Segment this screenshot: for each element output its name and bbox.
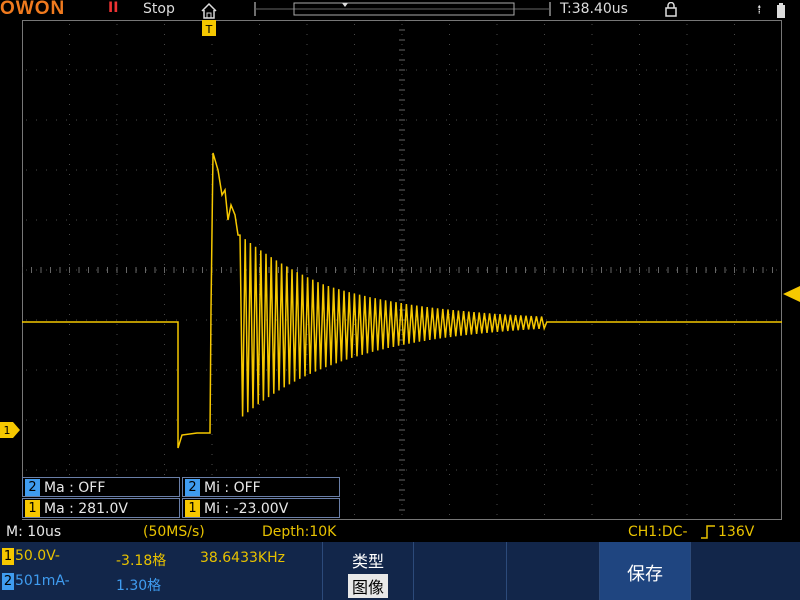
waveform-canvas[interactable] [22, 20, 782, 520]
ch2-max-cell: 2 Ma : OFF [22, 477, 180, 497]
menu-slot-empty-3[interactable] [690, 542, 800, 600]
ch1-scale[interactable]: 50.0V- [15, 548, 60, 564]
type-menu-button[interactable]: 类型 图像 [322, 542, 413, 600]
type-menu-value: 图像 [348, 574, 388, 598]
ch1-max-value: Ma : 281.0V [44, 501, 128, 517]
ch2-min-cell: 2 Mi : OFF [182, 477, 340, 497]
trigger-level: 136V [718, 524, 755, 540]
menu-slot-empty-2[interactable] [506, 542, 599, 600]
trigger-level-marker[interactable] [783, 286, 800, 302]
timebase[interactable]: M: 10us [6, 524, 61, 540]
acquisition-info-bar: M: 10us (50MS/s) Depth:10K CH1:DC- 136V [0, 522, 800, 542]
ch2-badge: 2 [185, 479, 200, 496]
ch1-marker-label: 1 [4, 424, 11, 437]
home-icon[interactable] [200, 2, 218, 20]
ch1-badge: 1 [185, 500, 200, 517]
ch1-ground-marker[interactable]: 1 [0, 422, 22, 438]
ch2-min-value: Mi : OFF [204, 480, 261, 496]
pause-icon[interactable]: II [108, 0, 118, 16]
trigger-source: CH1:DC- [628, 524, 688, 540]
trigger-position: T:38.40us [560, 1, 628, 17]
menu-slot-empty-1[interactable] [413, 542, 506, 600]
ch2-max-value: Ma : OFF [44, 480, 106, 496]
sample-rate: (50MS/s) [143, 524, 205, 540]
trigger-marker[interactable]: T [200, 20, 218, 38]
measurement-panel: 2 Ma : OFF 2 Mi : OFF 1 Ma : 281.0V 1 Mi : -… [22, 477, 342, 519]
svg-text:T: T [205, 23, 213, 36]
ch1-badge: 1 [25, 500, 40, 517]
ch2-status-badge: 2 [2, 573, 14, 590]
memory-position-bar[interactable] [254, 1, 551, 17]
ch2-status-row: 2 501mA- [0, 573, 70, 590]
waveform-display[interactable] [22, 20, 782, 520]
brand-logo: OWON [0, 0, 66, 19]
type-menu-label: 类型 [351, 552, 384, 571]
save-button-label: 保存 [627, 564, 663, 585]
ch2-offset: 1.30格 [116, 578, 162, 594]
ch1-min-value: Mi : -23.00V [204, 501, 289, 517]
memory-depth: Depth:10K [262, 524, 337, 540]
ch2-scale[interactable]: 501mA- [15, 573, 70, 589]
graticule [22, 20, 782, 520]
save-button[interactable]: 保存 [599, 542, 690, 600]
ch2-badge: 2 [25, 479, 40, 496]
top-status-bar: OWON II Stop T:38.40us ⭫ [0, 0, 800, 20]
ch1-min-cell: 1 Mi : -23.00V [182, 498, 340, 518]
rising-edge-icon [701, 525, 715, 539]
ch1-status-row: 1 50.0V- [0, 548, 60, 565]
battery-icon [777, 3, 785, 18]
ch1-max-cell: 1 Ma : 281.0V [22, 498, 180, 518]
ch1-offset: -3.18格 [116, 553, 167, 569]
run-state[interactable]: Stop [143, 1, 175, 17]
lock-icon [665, 2, 677, 17]
ch1-frequency: 38.6433KHz [200, 550, 285, 566]
ch1-status-badge: 1 [2, 548, 14, 565]
